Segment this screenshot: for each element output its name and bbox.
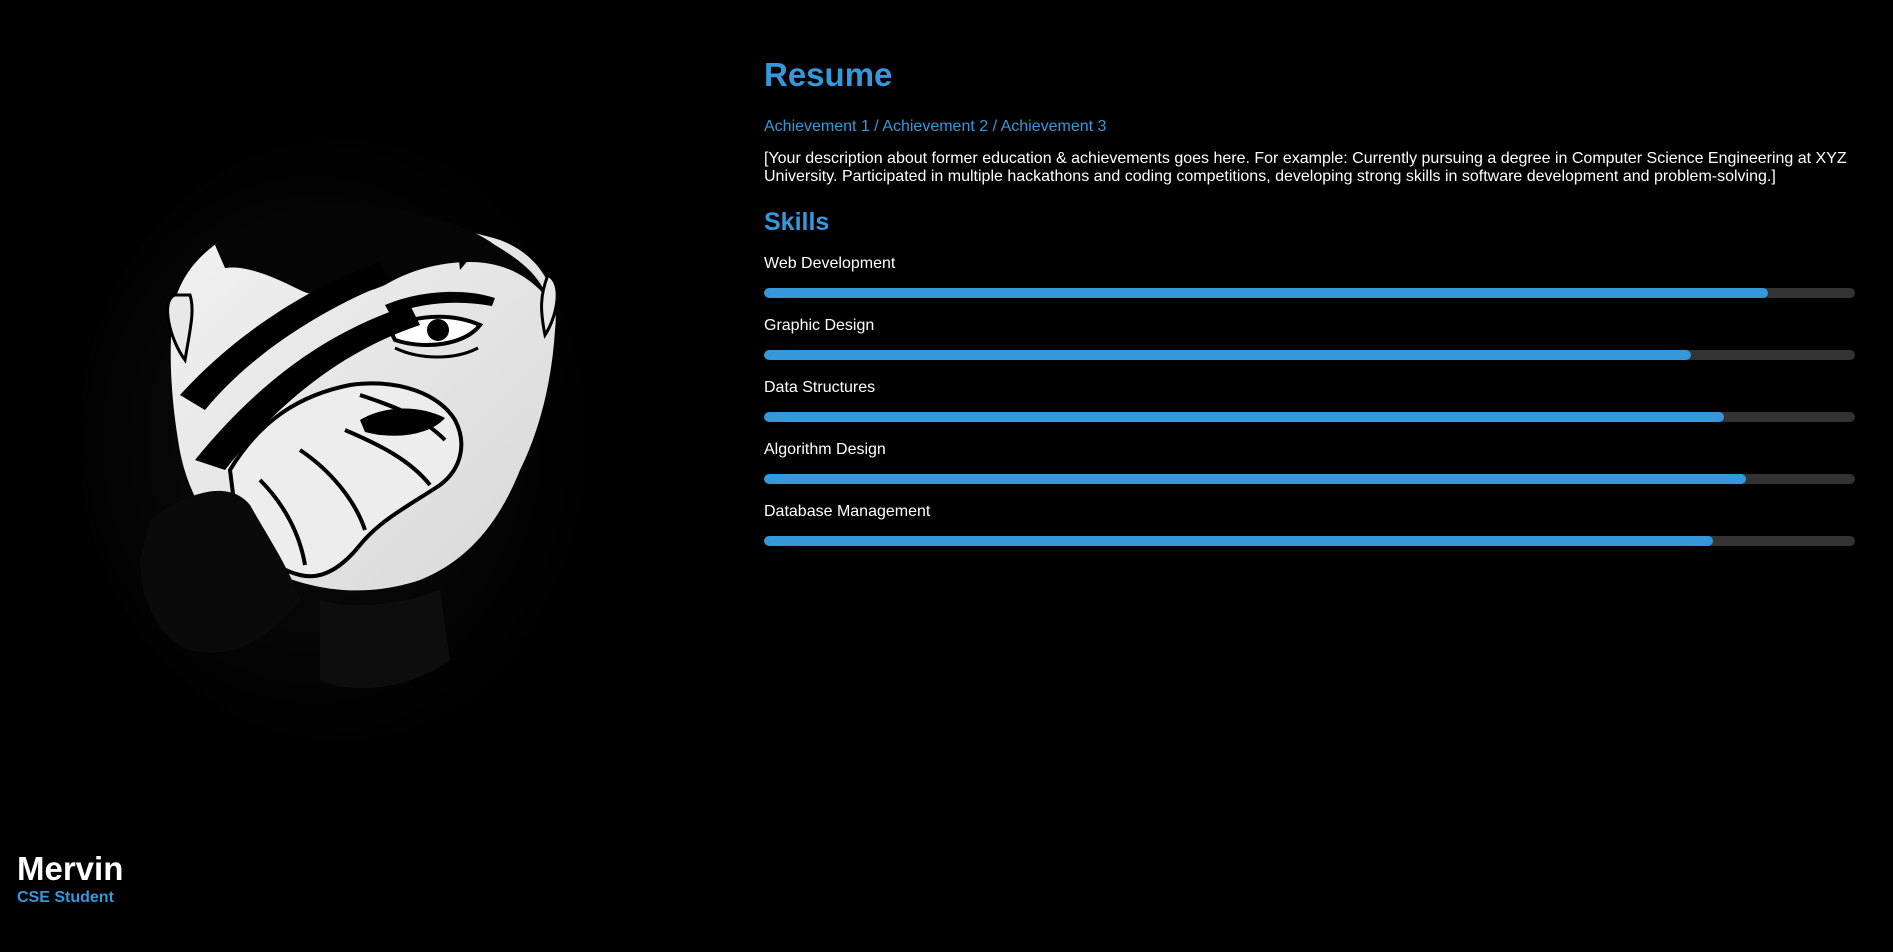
resume-description: [Your description about former education… xyxy=(764,150,1847,185)
portrait-image xyxy=(0,0,745,840)
skill-progress-track xyxy=(764,474,1855,484)
skill-progress-track xyxy=(764,350,1855,360)
skill-progress-track xyxy=(764,412,1855,422)
achievements-line: Achievement 1 / Achievement 2 / Achievem… xyxy=(764,118,1107,135)
resume-title: Resume xyxy=(764,56,893,93)
profile-role: CSE Student xyxy=(17,889,114,907)
skill-label: Database Management xyxy=(764,503,931,520)
skills-title: Skills xyxy=(764,208,830,236)
skill-label: Data Structures xyxy=(764,379,876,396)
skill-progress-track xyxy=(764,536,1855,546)
skill-label: Algorithm Design xyxy=(764,441,886,458)
skill-progress-fill xyxy=(764,350,1692,360)
identity-block: Mervin CSE Student xyxy=(17,850,124,907)
skill-item-web-development: Web Development xyxy=(764,254,1855,298)
skill-progress-track xyxy=(764,288,1855,298)
skill-progress-fill xyxy=(764,474,1746,484)
skill-progress-fill xyxy=(764,412,1725,422)
profile-name: Mervin xyxy=(17,850,124,887)
skill-progress-fill xyxy=(764,288,1768,298)
skill-progress-fill xyxy=(764,536,1714,546)
skill-item-algorithm-design: Algorithm Design xyxy=(764,440,1855,484)
skill-label: Graphic Design xyxy=(764,317,875,334)
skill-item-data-structures: Data Structures xyxy=(764,378,1855,422)
skill-label: Web Development xyxy=(764,255,896,272)
skill-item-graphic-design: Graphic Design xyxy=(764,316,1855,360)
resume-page: Mervin CSE Student Resume Achievement 1 … xyxy=(0,0,1893,952)
skill-item-database-management: Database Management xyxy=(764,502,1855,546)
resume-section: Resume Achievement 1 / Achievement 2 / A… xyxy=(764,56,1855,546)
